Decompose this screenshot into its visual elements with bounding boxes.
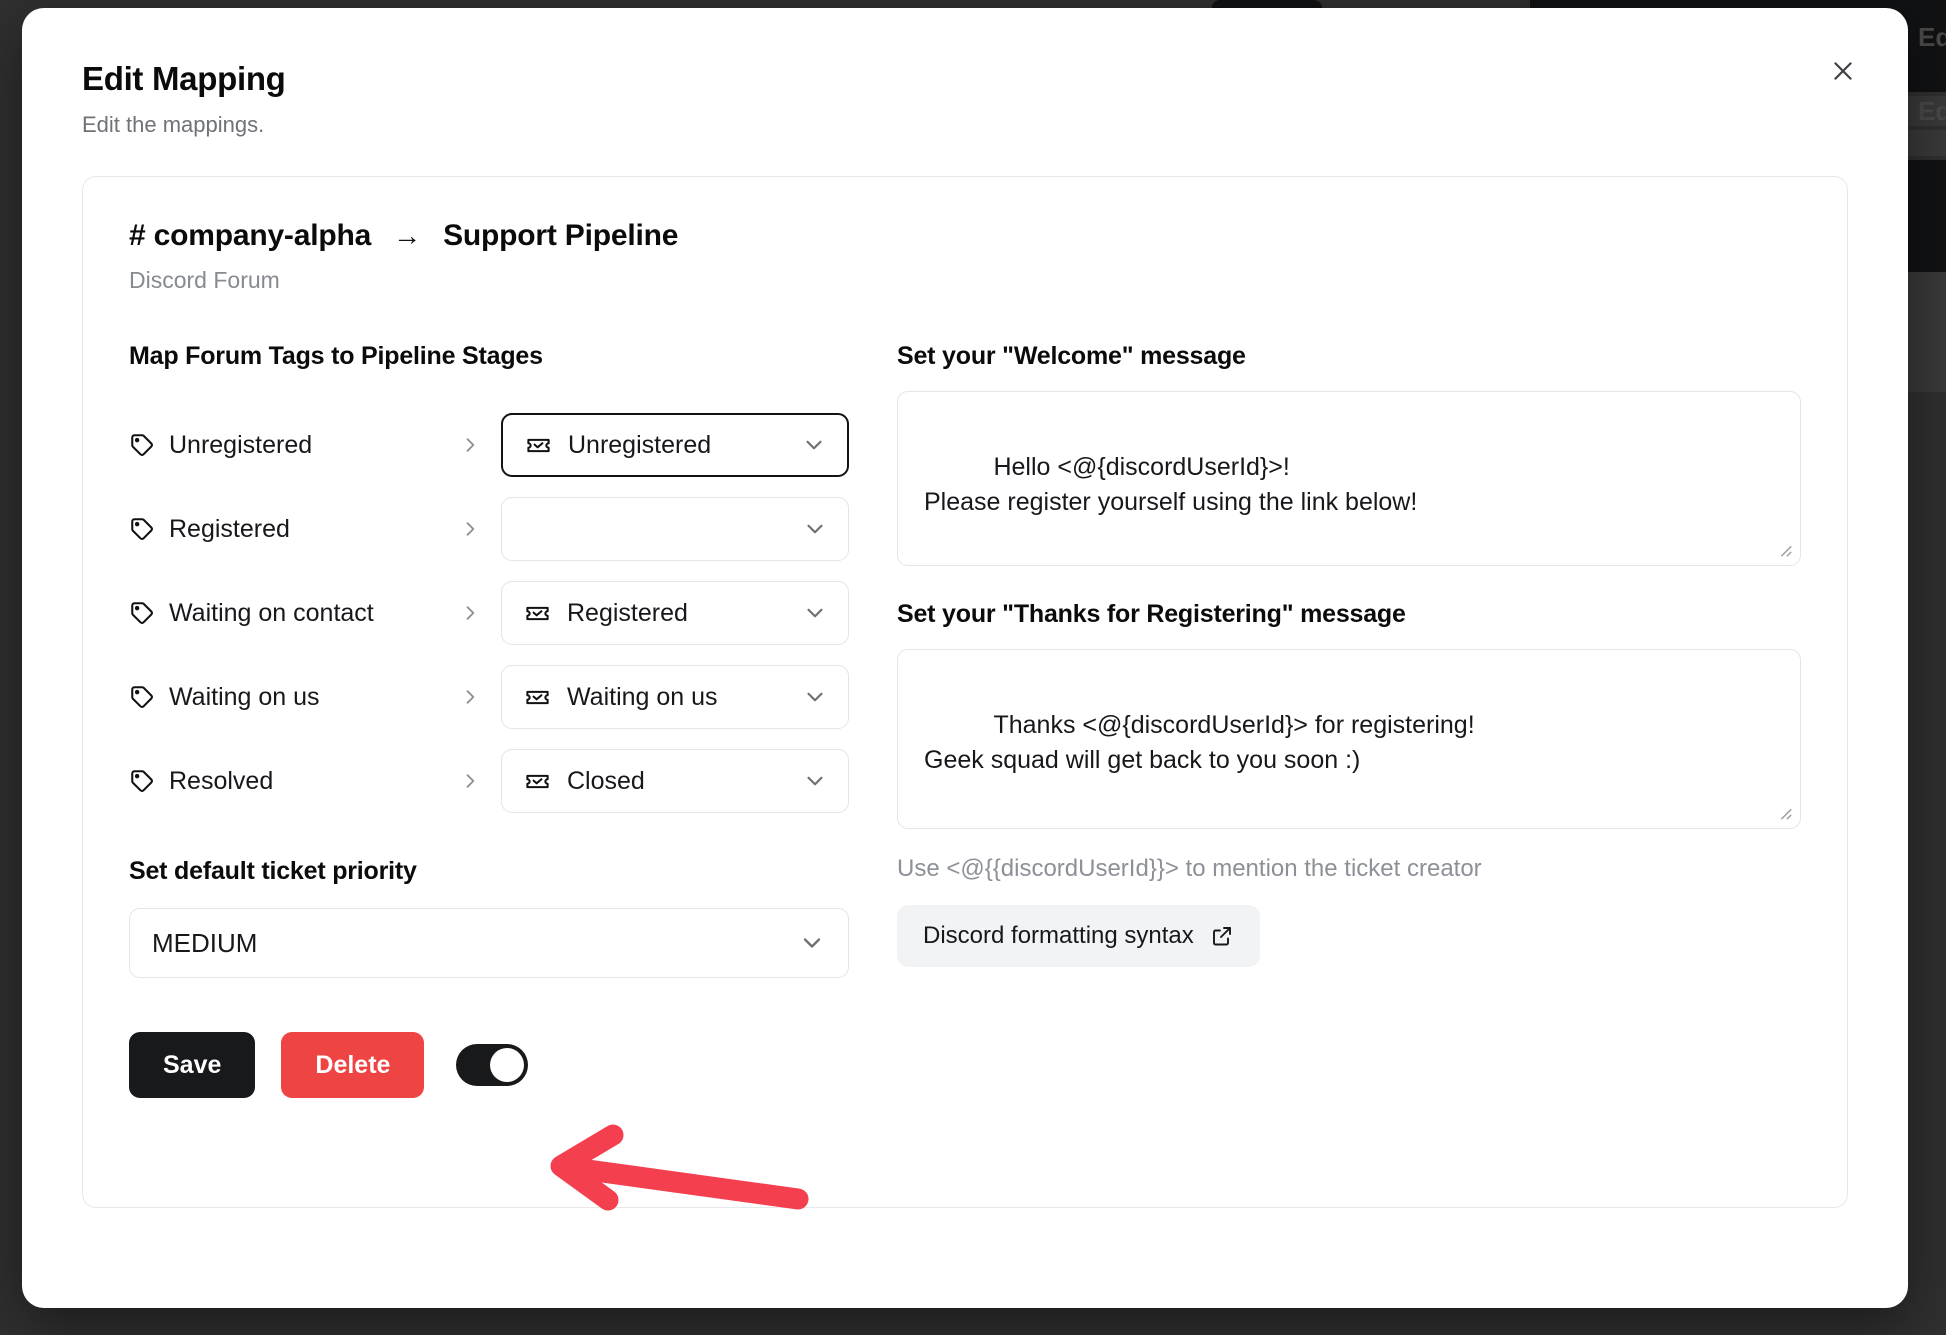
row-separator	[439, 603, 501, 623]
forum-tag-label: Registered	[169, 514, 290, 543]
stage-select[interactable]: Unregistered	[501, 413, 849, 477]
chevron-right-icon	[466, 774, 475, 788]
breadcrumb-arrow-icon: →	[393, 220, 422, 251]
stage-select-value: Registered	[567, 598, 688, 627]
mapping-row: Resolved Closed	[129, 739, 849, 823]
messages-column: Set your "Welcome" message Hello <@{disc…	[897, 342, 1801, 1098]
tag-icon	[131, 434, 153, 456]
delete-button[interactable]: Delete	[281, 1032, 425, 1098]
discord-formatting-syntax-label: Discord formatting syntax	[923, 922, 1194, 949]
welcome-message-value: Hello <@{discordUserId}>! Please registe…	[924, 452, 1418, 517]
modal-subtitle: Edit the mappings.	[82, 112, 265, 137]
priority-select[interactable]: MEDIUM	[129, 908, 849, 978]
mapping-row: Waiting on contact Registered	[129, 571, 849, 655]
close-button[interactable]	[1820, 48, 1866, 94]
stage-select-value: Unregistered	[568, 430, 712, 459]
breadcrumb-channel: # company-alpha	[129, 219, 372, 252]
forum-tag-label: Waiting on contact	[169, 598, 374, 627]
forum-tag-label: Waiting on us	[169, 682, 320, 711]
chevron-down-icon	[807, 608, 823, 618]
tag-icon	[131, 518, 153, 540]
row-separator	[439, 435, 501, 455]
forum-tag: Resolved	[129, 767, 439, 796]
mention-hint: Use <@{{discordUserId}}> to mention the …	[897, 855, 1482, 882]
thanks-message-label: Set your "Thanks for Registering" messag…	[897, 600, 1406, 628]
mapping-list: Unregistered Unregistered Registered Wai…	[129, 403, 849, 823]
chevron-down-icon	[806, 440, 822, 450]
stage-select[interactable]	[501, 497, 849, 561]
enable-toggle[interactable]	[456, 1044, 529, 1086]
background-text-2: Ed	[1918, 96, 1946, 126]
forum-tag-label: Unregistered	[169, 430, 313, 459]
chevron-down-icon	[807, 524, 823, 534]
welcome-message-label: Set your "Welcome" message	[897, 342, 1246, 370]
stage-select-value: Waiting on us	[567, 682, 718, 711]
forum-tag: Waiting on contact	[129, 599, 439, 628]
resize-handle-icon[interactable]	[1775, 540, 1793, 558]
forum-tag: Waiting on us	[129, 683, 439, 712]
mapping-card: # company-alpha → Support Pipeline Disco…	[82, 176, 1848, 1208]
ticket-icon	[526, 606, 549, 620]
welcome-message-input[interactable]: Hello <@{discordUserId}>! Please registe…	[897, 391, 1801, 566]
forum-tag-label: Resolved	[169, 766, 274, 795]
ticket-icon	[526, 774, 549, 788]
priority-heading: Set default ticket priority	[129, 857, 417, 885]
toggle-knob	[490, 1048, 525, 1082]
chevron-right-icon	[466, 690, 475, 704]
chevron-down-icon	[807, 776, 823, 786]
stage-select[interactable]: Registered	[501, 581, 849, 645]
tag-icon	[131, 770, 153, 792]
edit-mapping-modal: Edit Mapping Edit the mappings. # compan…	[22, 8, 1908, 1308]
ticket-icon	[527, 438, 550, 452]
chevron-down-icon	[803, 938, 821, 948]
stage-select[interactable]: Closed	[501, 749, 849, 813]
mapping-row: Registered	[129, 487, 849, 571]
background-text-1: Ed	[1918, 22, 1946, 52]
stage-select[interactable]: Waiting on us	[501, 665, 849, 729]
forum-tag: Unregistered	[129, 431, 439, 460]
mapping-row: Unregistered Unregistered	[129, 403, 849, 487]
priority-select-value: MEDIUM	[152, 927, 258, 958]
row-separator	[439, 687, 501, 707]
close-icon	[1834, 62, 1852, 80]
card-columns: Map Forum Tags to Pipeline Stages Unregi…	[129, 342, 1801, 1098]
chevron-down-icon	[807, 692, 823, 702]
external-link-icon	[1212, 927, 1231, 946]
mapping-column: Map Forum Tags to Pipeline Stages Unregi…	[129, 342, 849, 1098]
modal-header: Edit Mapping Edit the mappings.	[22, 8, 1908, 138]
page-title: Edit Mapping	[82, 60, 286, 97]
row-separator	[439, 771, 501, 791]
chevron-right-icon	[466, 522, 475, 536]
stage-select-value: Closed	[567, 766, 645, 795]
thanks-message-input[interactable]: Thanks <@{discordUserId}> for registerin…	[897, 649, 1801, 829]
chevron-right-icon	[466, 438, 475, 452]
breadcrumb: # company-alpha → Support Pipeline	[129, 219, 1801, 253]
row-separator	[439, 519, 501, 539]
tag-icon	[131, 686, 153, 708]
discord-formatting-syntax-link[interactable]: Discord formatting syntax	[897, 905, 1260, 967]
action-bar: Save Delete	[129, 1032, 849, 1098]
thanks-message-value: Thanks <@{discordUserId}> for registerin…	[924, 710, 1475, 775]
forum-tag: Registered	[129, 515, 439, 544]
save-button[interactable]: Save	[129, 1032, 256, 1098]
chevron-right-icon	[466, 606, 475, 620]
mapping-heading: Map Forum Tags to Pipeline Stages	[129, 342, 543, 370]
mapping-row: Waiting on us Waiting on us	[129, 655, 849, 739]
ticket-icon	[526, 690, 549, 704]
source-label: Discord Forum	[129, 267, 280, 293]
breadcrumb-pipeline: Support Pipeline	[443, 219, 679, 252]
tag-icon	[131, 602, 153, 624]
resize-handle-icon[interactable]	[1775, 803, 1793, 821]
